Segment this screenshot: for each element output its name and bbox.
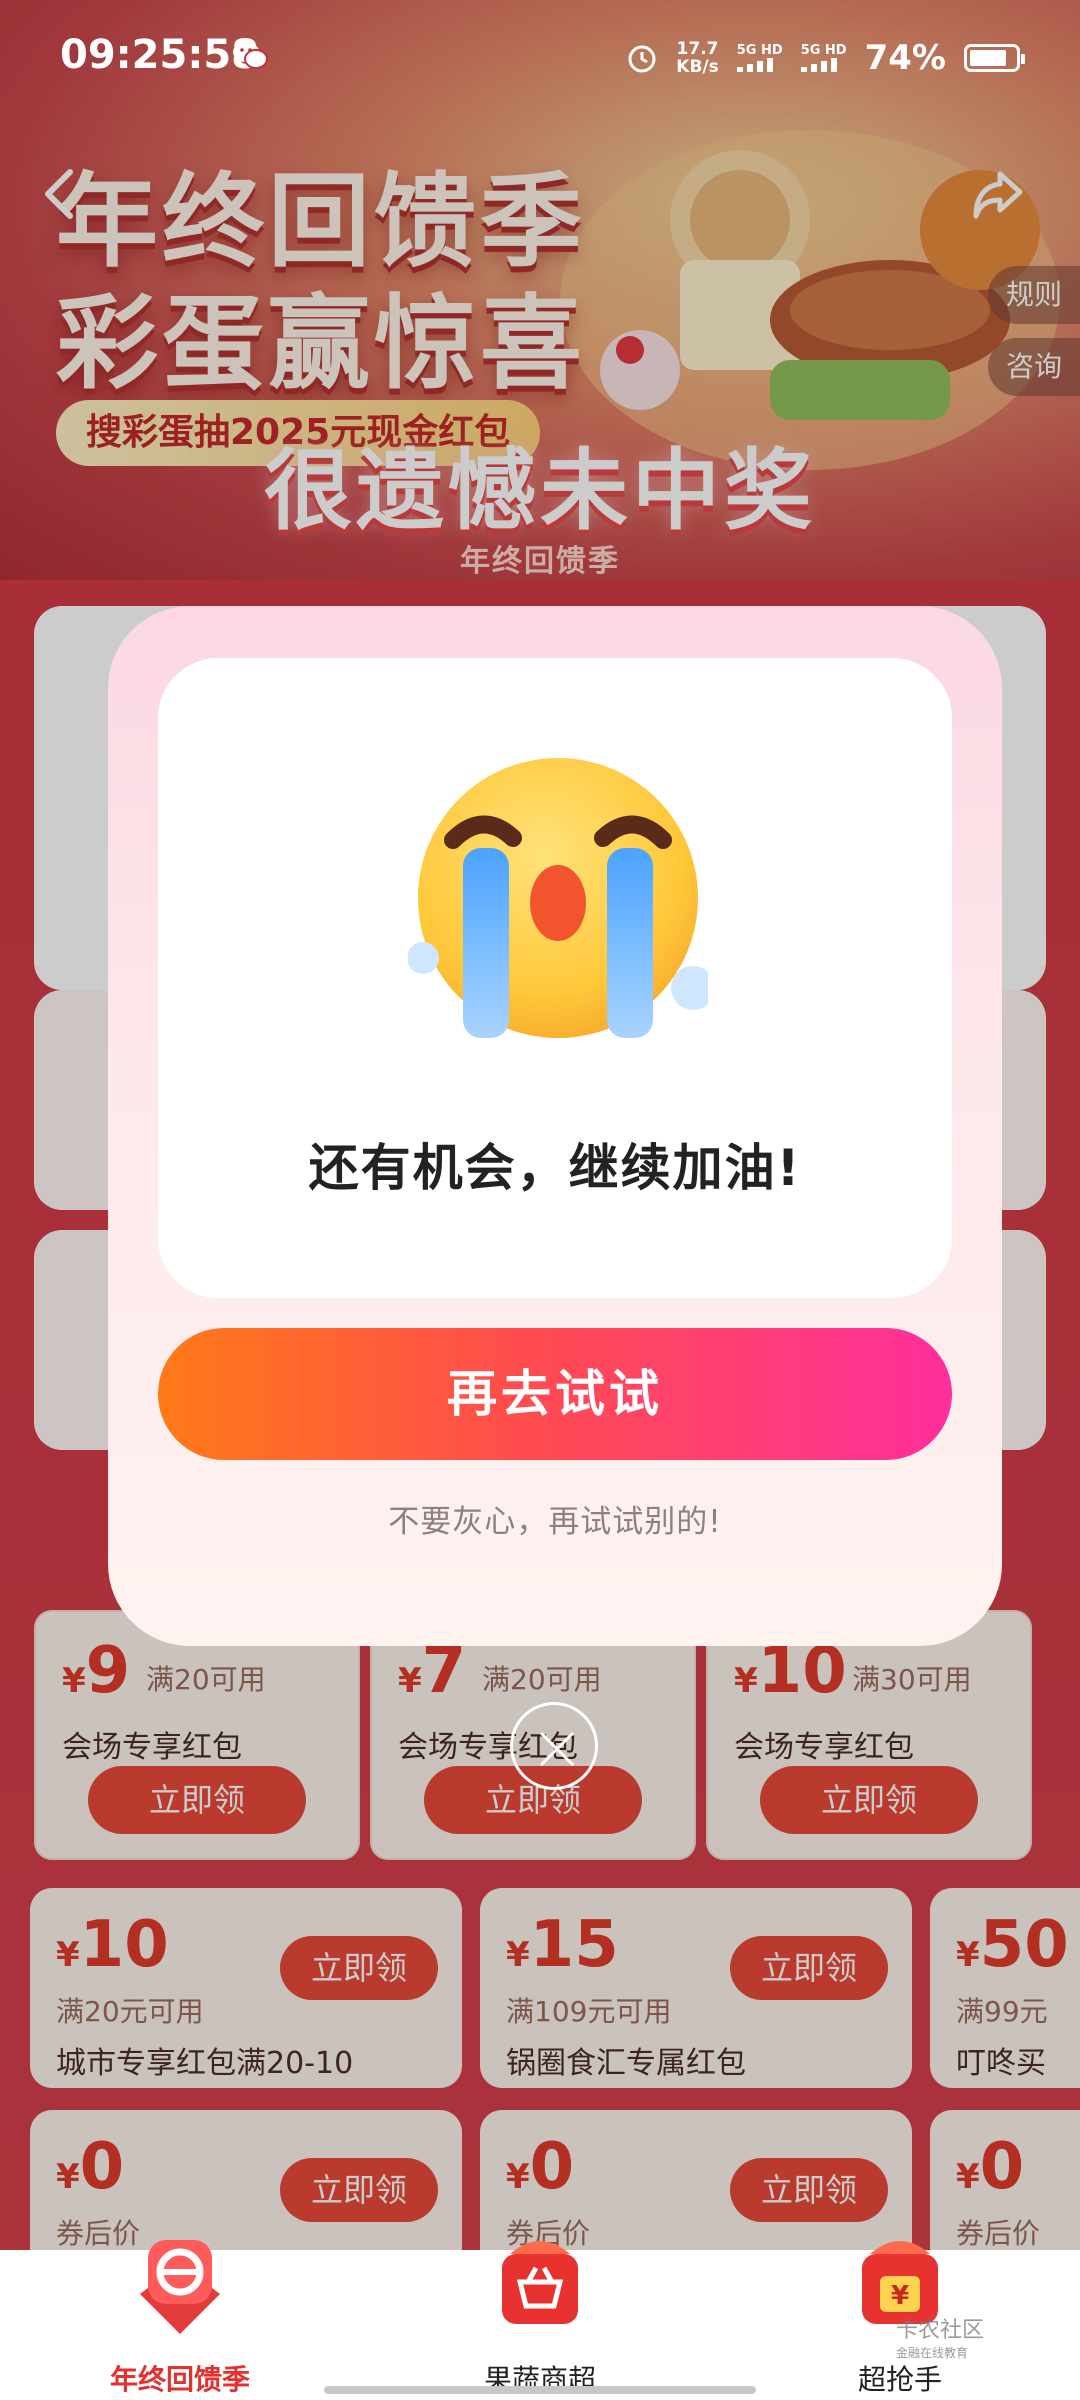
signal-sim2-label: 5G HD bbox=[800, 43, 847, 58]
nav-label: 年终回馈季 bbox=[109, 2363, 250, 2396]
basket-gift-icon bbox=[502, 2241, 578, 2324]
signal-bars-icon bbox=[736, 58, 773, 72]
status-time: 09:25:58 bbox=[60, 32, 259, 78]
signal-sim1-label: 5G HD bbox=[736, 43, 783, 58]
result-message: 还有机会，继续加油! bbox=[308, 1139, 802, 1197]
result-dialog-card: 还有机会，继续加油! bbox=[158, 658, 952, 1298]
try-again-button[interactable]: 再去试试 bbox=[158, 1328, 952, 1460]
alarm-icon bbox=[628, 45, 656, 73]
wechat-icon bbox=[233, 42, 268, 69]
watermark: 卡农社区 金融在线教育 bbox=[896, 2312, 984, 2361]
signal-bars-icon bbox=[800, 58, 837, 72]
crying-face-icon bbox=[408, 758, 708, 1038]
watermark-name: 卡农社区 bbox=[896, 2318, 985, 2343]
home-indicator[interactable] bbox=[324, 2386, 756, 2394]
svg-text:¥: ¥ bbox=[891, 2281, 909, 2311]
network-speed-value: 17.7 bbox=[676, 39, 719, 59]
signal-sim1: 5G HD bbox=[736, 43, 783, 72]
network-speed-unit: KB/s bbox=[676, 57, 719, 77]
result-tip: 不要灰心，再试试别的! bbox=[388, 1504, 722, 1540]
nav-tab-grocery[interactable]: 果蔬商超 bbox=[410, 2241, 670, 2400]
watermark-tagline: 金融在线教育 bbox=[896, 2346, 969, 2360]
nav-label: 超抢手 bbox=[857, 2363, 942, 2396]
status-bar: 09:25:58 17.7 KB/s 5G HD 5G HD 74% bbox=[0, 0, 1080, 110]
holiday-gift-icon bbox=[140, 2240, 220, 2334]
battery-icon bbox=[964, 44, 1025, 72]
battery-percent: 74% bbox=[864, 38, 946, 78]
status-right-icons: 17.7 KB/s 5G HD 5G HD 74% bbox=[626, 36, 1025, 80]
network-speed: 17.7 KB/s bbox=[676, 40, 718, 76]
nav-tab-year-end[interactable]: 年终回馈季 bbox=[50, 2240, 310, 2400]
close-dialog-button[interactable] bbox=[510, 1702, 598, 1790]
close-icon bbox=[539, 1731, 575, 1767]
result-dialog: 还有机会，继续加油! 再去试试 不要灰心，再试试别的! bbox=[108, 606, 1002, 1646]
signal-sim2: 5G HD bbox=[800, 43, 847, 72]
